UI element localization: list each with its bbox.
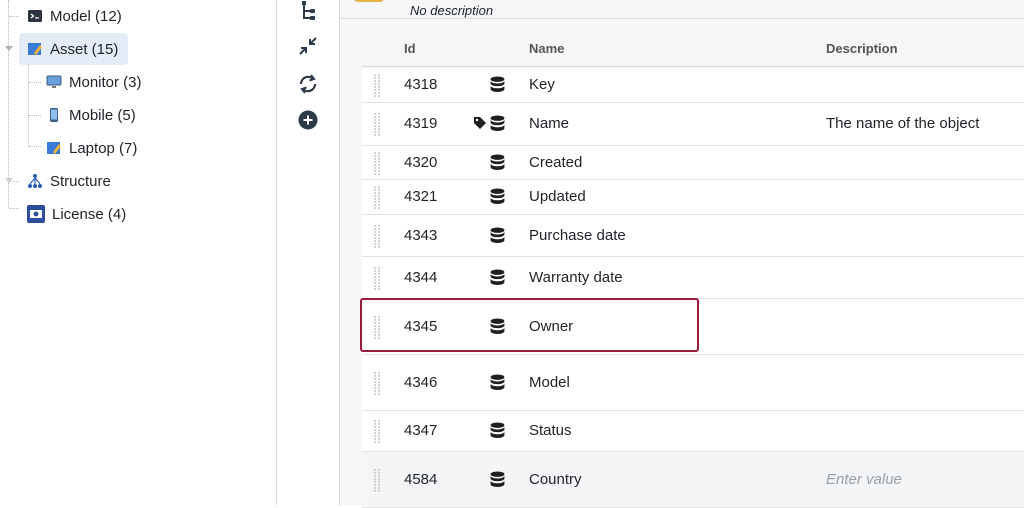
drag-handle-icon[interactable]: [374, 225, 382, 248]
type-logo-icon: [354, 0, 384, 2]
cell-id: 4318: [404, 76, 438, 93]
expand-twisty-icon[interactable]: [5, 46, 13, 51]
cell-id: 4344: [404, 269, 438, 286]
drag-handle-icon[interactable]: [374, 316, 382, 339]
drag-handle-icon[interactable]: [374, 469, 382, 492]
description-input[interactable]: Enter value: [826, 471, 902, 488]
tree-item-mobile[interactable]: Mobile (5): [42, 99, 140, 131]
database-icon: [489, 318, 506, 339]
tree-item-label: Mobile (5): [69, 106, 136, 124]
cell-id: 4343: [404, 227, 438, 244]
database-icon: [489, 154, 506, 175]
cell-id: 4347: [404, 422, 438, 439]
hierarchy-icon[interactable]: [297, 0, 319, 22]
table-row[interactable]: 4319 Name The name of the object: [362, 103, 1024, 146]
cell-id: 4584: [404, 471, 438, 488]
cell-name: Owner: [529, 318, 574, 335]
collapse-icon[interactable]: [297, 35, 319, 57]
description-strip: No description: [340, 0, 1024, 19]
cell-name: Created: [529, 154, 583, 171]
tree-connector: [9, 16, 19, 17]
add-icon[interactable]: [297, 109, 319, 131]
cell-name: Name: [529, 115, 570, 132]
main-panel: No description Id Name Description 4318 K…: [340, 0, 1024, 508]
terminal-icon: [27, 8, 43, 24]
cell-name: Status: [529, 422, 572, 439]
database-icon: [489, 374, 506, 395]
cell-name: Purchase date: [529, 227, 626, 244]
tree-item-label: Structure: [50, 172, 111, 190]
database-icon: [489, 471, 506, 492]
database-icon: [489, 188, 506, 209]
table-row[interactable]: 4344 Warranty date: [362, 257, 1024, 299]
table-row[interactable]: 4318 Key: [362, 68, 1024, 103]
tree-item-structure[interactable]: Structure: [21, 165, 117, 197]
database-icon: [489, 76, 506, 97]
tree-item-label: Monitor (3): [69, 73, 142, 91]
table-row[interactable]: 4321 Updated: [362, 180, 1024, 215]
tree-item-label: Model (12): [50, 7, 122, 25]
mobile-icon: [46, 107, 62, 123]
asset-icon: [27, 41, 43, 57]
description-text: No description: [410, 3, 494, 18]
cell-description: The name of the object: [826, 115, 980, 132]
drag-handle-icon[interactable]: [374, 267, 382, 290]
table-row[interactable]: 4345 Owner: [362, 299, 1024, 355]
expand-twisty-icon[interactable]: [5, 178, 13, 183]
tree-item-laptop[interactable]: Laptop (7): [42, 132, 141, 164]
tree-connector: [29, 115, 41, 116]
drag-handle-icon[interactable]: [374, 152, 382, 175]
drag-handle-icon[interactable]: [374, 113, 382, 136]
license-icon: [27, 205, 45, 223]
tree-connector: [29, 82, 41, 83]
tree-item-asset[interactable]: Asset (15): [19, 33, 128, 65]
tree-panel: Model (12) Asset (15) Monitor (3) Mobile…: [0, 0, 276, 505]
database-icon: [489, 115, 506, 136]
toolbar: [277, 0, 339, 505]
cell-name: Model: [529, 374, 570, 391]
table-row[interactable]: 4343 Purchase date: [362, 215, 1024, 257]
cell-id: 4345: [404, 318, 438, 335]
tree-item-model[interactable]: Model (12): [21, 0, 128, 32]
cell-name: Warranty date: [529, 269, 623, 286]
cell-id: 4320: [404, 154, 438, 171]
database-icon: [489, 422, 506, 443]
tree-item-monitor[interactable]: Monitor (3): [42, 66, 146, 98]
cell-id: 4319: [404, 115, 438, 132]
column-header-description[interactable]: Description: [826, 41, 898, 56]
tag-icon: [473, 116, 487, 134]
table-row[interactable]: 4584 Country Enter value: [362, 452, 1024, 508]
cell-id: 4346: [404, 374, 438, 391]
table-row[interactable]: 4320 Created: [362, 146, 1024, 180]
tree-connector: [9, 208, 19, 209]
tree-item-label: License (4): [52, 205, 127, 223]
tree-connector: [8, 0, 9, 208]
table-row[interactable]: 4347 Status: [362, 411, 1024, 452]
cell-name: Country: [529, 471, 582, 488]
database-icon: [489, 227, 506, 248]
drag-handle-icon[interactable]: [374, 372, 382, 395]
structure-icon: [27, 173, 43, 189]
tree-item-label: Asset (15): [50, 40, 119, 58]
tree-item-label: Laptop (7): [69, 139, 138, 157]
drag-handle-icon[interactable]: [374, 74, 382, 97]
column-header-id[interactable]: Id: [404, 41, 416, 56]
column-header-name[interactable]: Name: [529, 41, 564, 56]
tree-item-license[interactable]: License (4): [21, 198, 132, 230]
cell-name: Key: [529, 76, 555, 93]
cell-name: Updated: [529, 188, 586, 205]
refresh-icon[interactable]: [297, 73, 319, 95]
tree-connector: [28, 64, 29, 146]
monitor-icon: [46, 74, 62, 90]
cell-id: 4321: [404, 188, 438, 205]
drag-handle-icon[interactable]: [374, 420, 382, 443]
drag-handle-icon[interactable]: [374, 186, 382, 209]
tree-connector: [29, 146, 41, 147]
laptop-icon: [46, 140, 62, 156]
table-header: Id Name Description: [362, 30, 1024, 67]
table-row[interactable]: 4346 Model: [362, 355, 1024, 411]
database-icon: [489, 269, 506, 290]
